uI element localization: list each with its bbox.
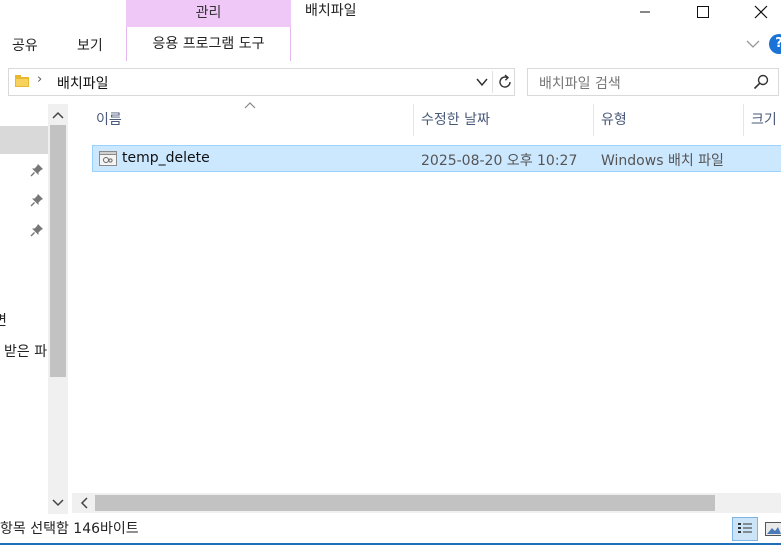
scroll-left-button[interactable] [76,495,92,511]
chevron-up-icon [52,111,64,119]
file-modified-date: 2025-08-20 오후 10:27 [421,153,578,169]
details-view-button[interactable] [732,517,758,541]
address-divider [492,71,493,93]
column-header-date[interactable]: 수정한 날짜 [421,104,591,136]
address-history-dropdown-icon[interactable] [475,75,489,89]
nav-item-selected[interactable] [0,126,48,154]
tab-application-tools[interactable]: 응용 프로그램 도구 [126,27,291,61]
batch-file-icon [99,151,117,166]
chevron-down-icon [746,40,760,48]
file-type: Windows 배치 파일 [601,153,724,169]
column-header-size[interactable]: 크기 [751,104,781,136]
chevron-down-icon [52,499,64,507]
large-icons-view-icon [765,522,781,536]
nav-item-downloads[interactable]: 받은 파 [4,341,47,361]
column-header-type[interactable]: 유형 [601,104,741,136]
minimize-icon [640,11,650,13]
column-header-name[interactable]: 이름 [96,104,412,136]
tab-manage[interactable]: 관리 [126,0,291,27]
window-title: 배치파일 [305,3,357,19]
help-button[interactable]: ? [769,34,781,54]
column-divider[interactable] [593,104,594,136]
column-divider[interactable] [413,104,414,136]
breadcrumb-current[interactable]: 배치파일 [57,73,109,93]
maximize-button[interactable] [680,0,726,24]
file-row[interactable]: temp_delete 2025-08-20 오후 10:27 Windows … [92,145,781,172]
close-icon [754,5,768,19]
scroll-up-button[interactable] [48,106,68,124]
details-view-icon [738,523,752,533]
nav-scrollbar-thumb[interactable] [50,125,66,377]
maximize-icon [697,6,709,18]
refresh-icon[interactable] [496,73,514,91]
tab-share[interactable]: 공유 [12,35,38,55]
tab-view[interactable]: 보기 [77,35,103,55]
ribbon-expand-button[interactable] [744,36,762,52]
status-bar-text: 항목 선택함 146바이트 [0,521,139,537]
scroll-down-button[interactable] [48,494,68,512]
breadcrumb-chevron-icon[interactable]: › [37,72,42,87]
pin-icon [30,224,43,237]
pin-icon [30,164,43,177]
large-icons-view-button[interactable] [762,517,781,541]
address-bar[interactable]: › 배치파일 [8,68,515,96]
search-input[interactable]: 배치파일 검색 [527,68,779,96]
folder-icon [15,75,29,87]
chevron-left-icon [80,497,88,509]
pin-icon [30,194,43,207]
horizontal-scrollbar-thumb[interactable] [95,495,715,511]
minimize-button[interactable] [622,0,668,24]
search-icon[interactable] [753,74,769,90]
column-divider[interactable] [743,104,744,136]
search-placeholder: 배치파일 검색 [539,76,621,92]
close-button[interactable] [738,0,781,24]
nav-item[interactable]: 면 [0,310,7,330]
file-name[interactable]: temp_delete [122,150,210,166]
